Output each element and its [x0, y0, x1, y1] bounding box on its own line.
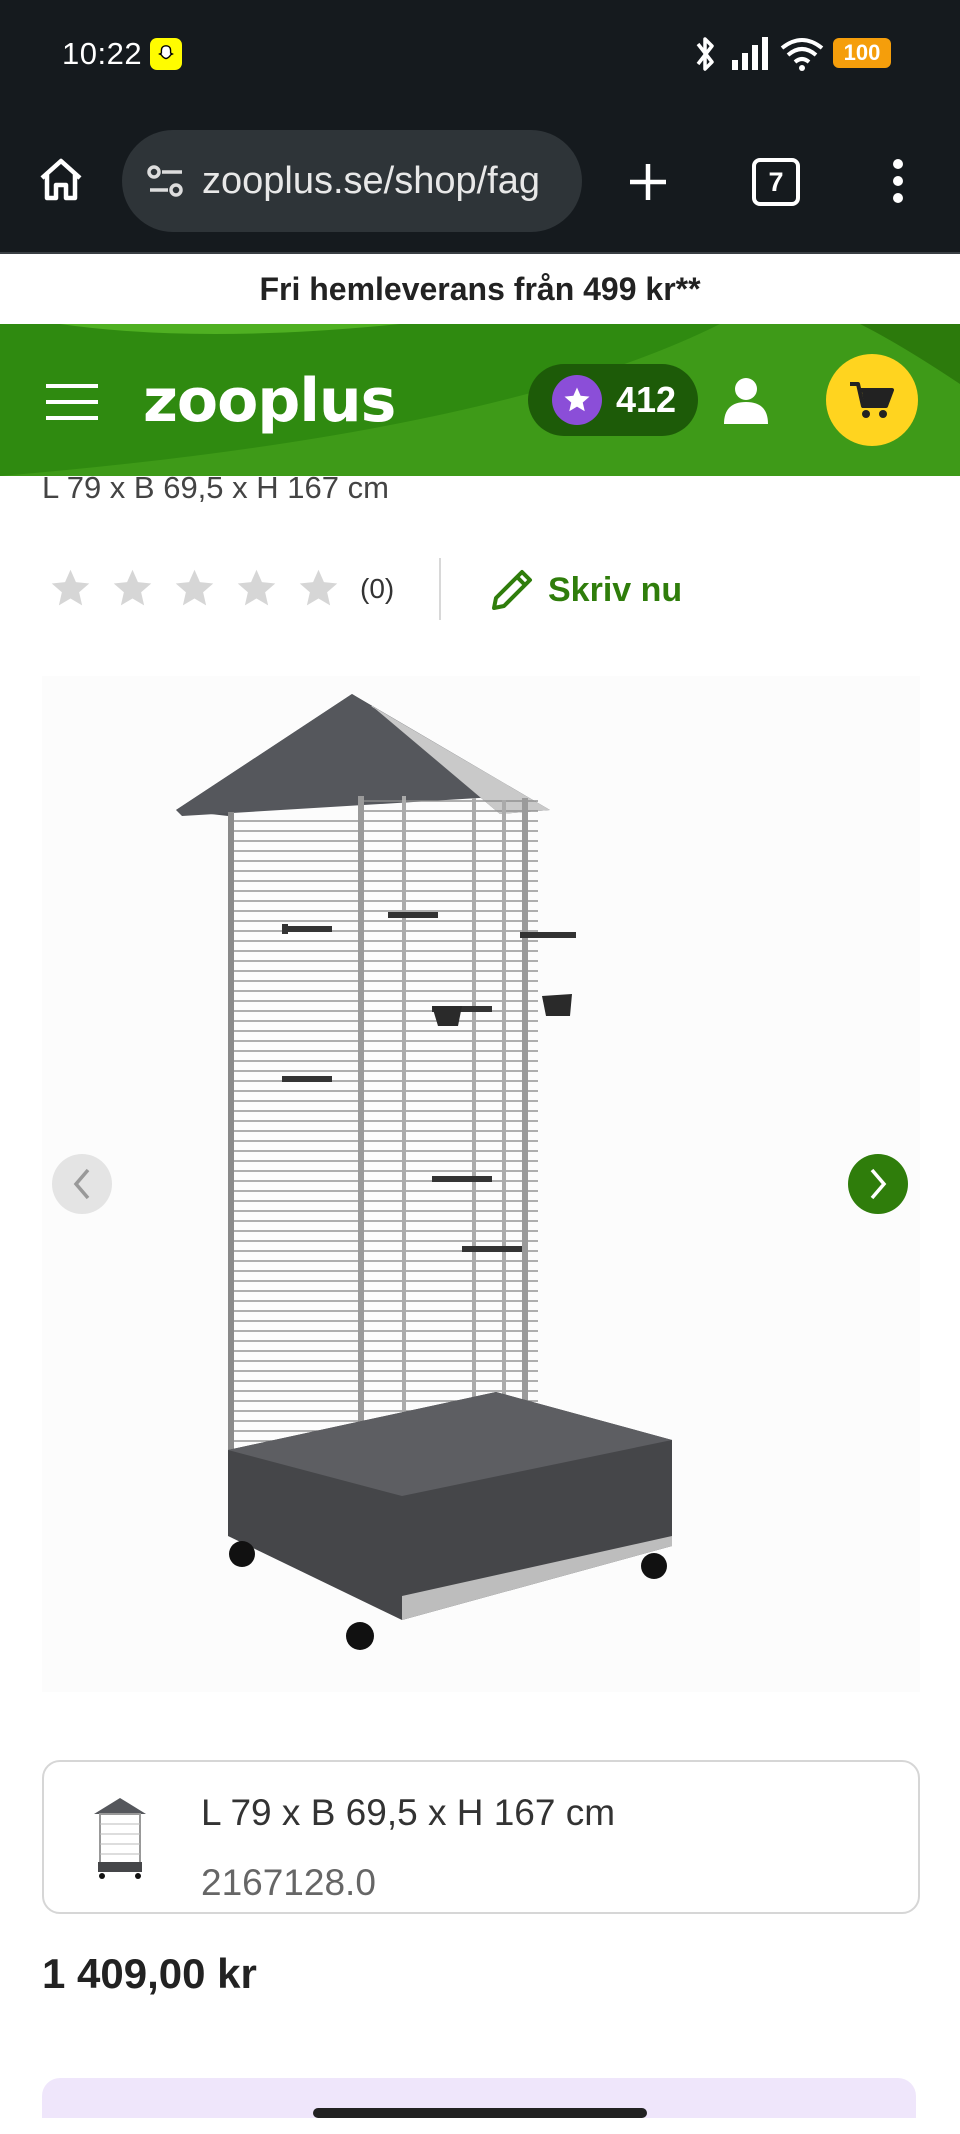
rating-stars [48, 566, 341, 611]
rating-count[interactable]: (0) [360, 573, 394, 605]
home-indicator[interactable] [313, 2108, 647, 2118]
hamburger-menu-icon[interactable] [44, 380, 100, 424]
zooplus-logo[interactable]: zooplus [143, 366, 396, 436]
points-count: 412 [616, 379, 677, 420]
signal-icon [732, 37, 768, 70]
more-menu-icon[interactable] [888, 156, 908, 206]
bluetooth-icon [696, 37, 714, 71]
star-rating-icon [175, 569, 214, 606]
site-header: zooplus 412 [0, 324, 960, 476]
status-bar: 10:22 100 [0, 0, 960, 110]
wifi-icon [780, 38, 824, 71]
product-image-bird-cage [176, 694, 672, 1650]
pencil-icon [492, 570, 532, 610]
status-time: 10:22 [62, 36, 143, 71]
star-rating-icon [51, 569, 90, 606]
new-tab-icon[interactable] [624, 158, 672, 206]
url-text: zooplus.se/shop/fag [202, 159, 541, 202]
variant-name: L 79 x B 69,5 x H 167 cm [201, 1792, 616, 1833]
account-icon[interactable] [718, 372, 774, 428]
variant-thumbnail [94, 1798, 146, 1879]
snapchat-notification-icon [150, 38, 182, 70]
product-price: 1 409,00 kr [42, 1950, 257, 1997]
star-rating-icon [237, 569, 276, 606]
variant-option[interactable]: L 79 x B 69,5 x H 167 cm 2167128.0 [42, 1760, 920, 1914]
loyalty-points-button[interactable]: 412 [528, 364, 698, 436]
write-review-link[interactable]: Skriv nu [486, 564, 682, 616]
site-settings-icon[interactable] [144, 159, 188, 203]
previous-image-button[interactable] [52, 1154, 112, 1214]
home-icon[interactable] [36, 154, 86, 204]
chevron-left-icon [73, 1168, 90, 1200]
variant-article-number: 2167128.0 [201, 1862, 376, 1903]
battery-indicator: 100 [833, 38, 891, 68]
write-review-label: Skriv nu [548, 570, 683, 609]
browser-toolbar: zooplus.se/shop/fag 7 [0, 110, 960, 254]
cart-icon [850, 382, 894, 418]
star-icon [552, 375, 602, 425]
address-bar[interactable]: zooplus.se/shop/fag [122, 130, 582, 232]
star-rating-icon [113, 569, 152, 606]
tab-switcher-button[interactable]: 7 [752, 158, 800, 206]
product-dimensions-header: L 79 x B 69,5 x H 167 cm [42, 470, 389, 505]
rating-divider [439, 558, 441, 620]
chevron-right-icon [870, 1168, 887, 1200]
product-image-gallery[interactable] [42, 676, 920, 1692]
free-delivery-banner[interactable]: Fri hemleverans från 499 kr** [0, 254, 960, 324]
star-rating-icon [299, 569, 338, 606]
cart-button[interactable] [826, 354, 918, 446]
next-image-button[interactable] [848, 1154, 908, 1214]
